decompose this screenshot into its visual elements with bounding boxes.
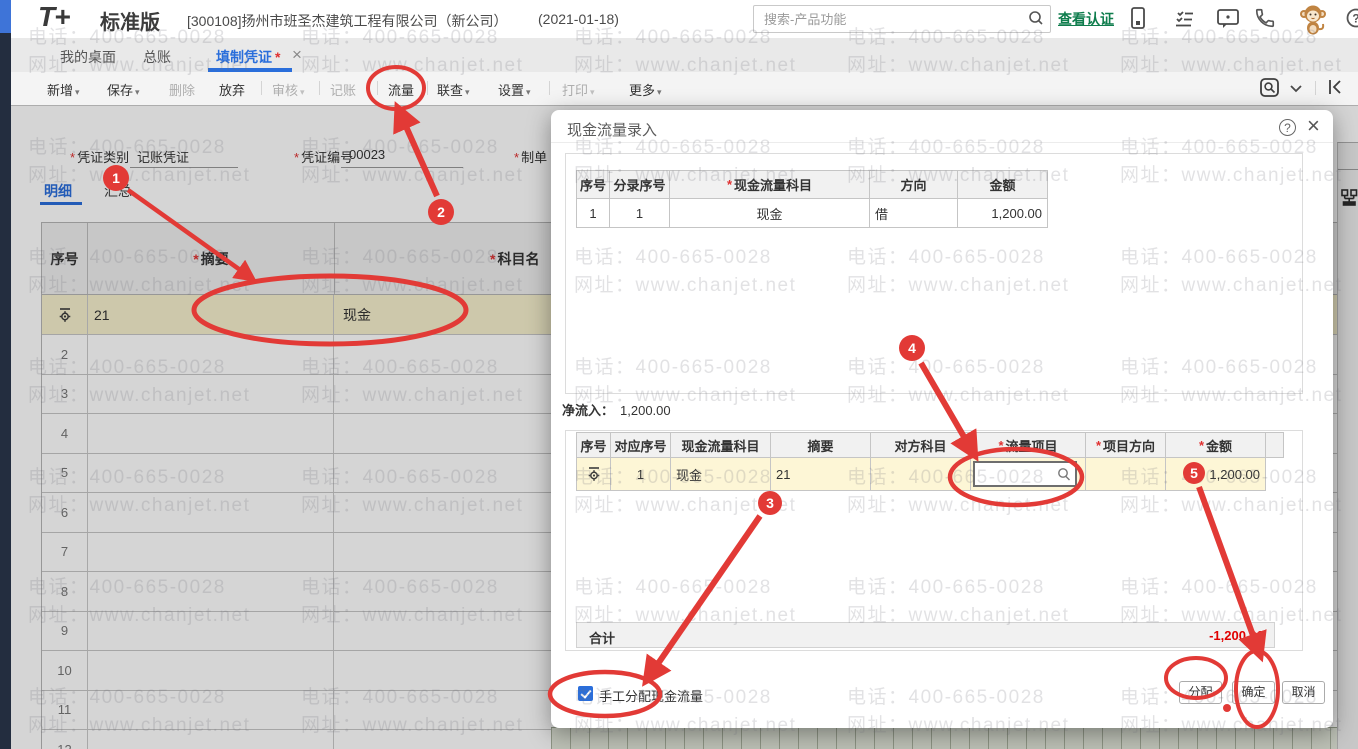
toolbar-separator [261, 81, 262, 95]
tab-my-desktop[interactable]: 我的桌面 [60, 47, 116, 67]
chevron-down-icon: ▾ [135, 87, 140, 97]
scrollbar-spacer [1266, 433, 1284, 458]
abandon-button[interactable]: 放弃 [219, 80, 245, 99]
net-inflow-value: 1,200.00 [620, 403, 671, 418]
tab-fill-voucher[interactable]: 填制凭证 * [216, 47, 280, 67]
allocation-header-row: 序号 对应序号 现金流量科目 摘要 对方科目 * 流量项目 * 项目方向 * 金额 [577, 433, 1284, 458]
voucher-toolbar: 新增 ▾ 保存 ▾ 删除 放弃 审核 ▾ 记账 流量 联查 ▾ 设置 ▾ 打印 ▾ 更多 ▾ [11, 72, 1358, 106]
view-certification-link[interactable]: 查看认证 [1058, 9, 1114, 29]
audit-button[interactable]: 审核 ▾ [272, 80, 305, 99]
manual-allocate-label: 手工分配现金流量 [599, 689, 704, 704]
search-input[interactable] [762, 8, 1016, 30]
total-value: -1,200.00 [1209, 628, 1264, 643]
app-header: T+ 标准版 [300108]扬州市班圣杰建筑工程有限公司（新公司） (2021… [11, 0, 1358, 38]
phone-icon[interactable] [1254, 7, 1276, 32]
allocation-data-row[interactable]: 1 现金 21 1,200.00 [577, 458, 1284, 491]
more-button[interactable]: 更多 ▾ [629, 80, 662, 99]
toolbar-separator [319, 81, 320, 95]
dialog-divider [551, 142, 1333, 143]
cash-flow-button[interactable]: 流量 [388, 80, 414, 99]
tab-general-ledger[interactable]: 总账 [143, 47, 171, 67]
toolbar-separator [377, 81, 378, 95]
feedback-icon[interactable] [1216, 8, 1240, 33]
flow-item-input[interactable] [973, 461, 1077, 487]
delete-button[interactable]: 删除 [169, 80, 195, 99]
nav-active-marker [0, 0, 11, 33]
app-logo: T+ [38, 1, 70, 32]
summary-panel: 序号 分录序号 * 现金流量科目 方向 金额 1 1 现金 借 1,200.00 [565, 153, 1303, 394]
product-search[interactable] [753, 5, 1051, 33]
chevron-down-icon: ▾ [300, 87, 305, 97]
row-settings-icon[interactable] [577, 458, 611, 491]
dialog-title: 现金流量录入 [567, 122, 658, 139]
toolbar-separator [427, 81, 428, 95]
collapse-left-icon[interactable] [1327, 78, 1345, 99]
save-button[interactable]: 保存 ▾ [107, 80, 140, 99]
cancel-button[interactable]: 取消 [1282, 681, 1325, 704]
summary-data-row[interactable]: 1 1 现金 借 1,200.00 [577, 199, 1048, 228]
chevron-down-icon: ▾ [590, 87, 595, 97]
cash-flow-summary-table: 序号 分录序号 * 现金流量科目 方向 金额 1 1 现金 借 1,200.00 [576, 170, 1048, 228]
allocation-panel: 序号 对应序号 现金流量科目 摘要 对方科目 * 流量项目 * 项目方向 * 金额 1… [565, 430, 1303, 651]
chevron-down-icon: ▾ [75, 87, 80, 97]
lookup-icon [1058, 468, 1070, 481]
check-icon [580, 686, 592, 699]
net-inflow-label: 净流入： [562, 403, 615, 418]
toolbar-separator [1315, 81, 1316, 95]
total-label: 合计 [589, 631, 616, 646]
summary-header-row: 序号 分录序号 * 现金流量科目 方向 金额 [577, 171, 1048, 199]
dialog-close-icon[interactable]: × [1307, 113, 1320, 139]
cash-flow-entry-dialog: 现金流量录入 ? × 序号 分录序号 * 现金流量科目 方向 金额 1 1 现金 … [551, 110, 1333, 728]
account-name: [300108]扬州市班圣杰建筑工程有限公司（新公司） [187, 13, 508, 29]
toolbar-separator [549, 81, 550, 95]
ok-button[interactable]: 确定 [1232, 681, 1275, 704]
view-search-icon[interactable] [1260, 78, 1280, 101]
print-button[interactable]: 打印 ▾ [562, 80, 595, 99]
chevron-down-icon: ▾ [465, 87, 470, 97]
net-inflow: 净流入： 1,200.00 [562, 400, 671, 419]
total-bar: 合计 -1,200.00 [576, 622, 1275, 648]
link-query-button[interactable]: 联查 ▾ [437, 80, 470, 99]
open-tabs-bar: 我的桌面 总账 填制凭证 * × [11, 38, 1358, 73]
chevron-down-icon: ▾ [657, 87, 662, 97]
scrollbar-spacer [1266, 458, 1284, 491]
allocate-button[interactable]: 分配 [1179, 681, 1222, 704]
svg-text:?: ? [1352, 12, 1358, 26]
manual-allocate-checkbox[interactable] [578, 686, 593, 701]
app-edition: 标准版 [100, 12, 160, 34]
session-date: (2021-01-18) [538, 11, 619, 27]
tab-close-icon[interactable]: × [292, 45, 302, 65]
chevron-down-icon: ▾ [526, 87, 531, 97]
unsaved-marker: * [275, 49, 281, 65]
allocation-table: 序号 对应序号 现金流量科目 摘要 对方科目 * 流量项目 * 项目方向 * 金额 1… [576, 432, 1284, 491]
search-icon[interactable] [1028, 10, 1044, 29]
help-icon[interactable]: ? [1345, 7, 1358, 32]
screen: T+ 标准版 [300108]扬州市班圣杰建筑工程有限公司（新公司） (2021… [0, 0, 1358, 749]
left-nav-rail[interactable] [0, 0, 11, 749]
dialog-help-icon[interactable]: ? [1279, 119, 1296, 136]
chevron-down-icon[interactable] [1289, 82, 1303, 97]
device-icon[interactable] [1128, 7, 1148, 34]
settings-button[interactable]: 设置 ▾ [498, 80, 531, 99]
mascot-monkey-icon[interactable] [1297, 2, 1329, 39]
flow-item-cell[interactable] [971, 458, 1086, 491]
new-button[interactable]: 新增 ▾ [47, 80, 80, 99]
post-button[interactable]: 记账 [330, 80, 356, 99]
task-list-icon[interactable] [1174, 8, 1196, 33]
